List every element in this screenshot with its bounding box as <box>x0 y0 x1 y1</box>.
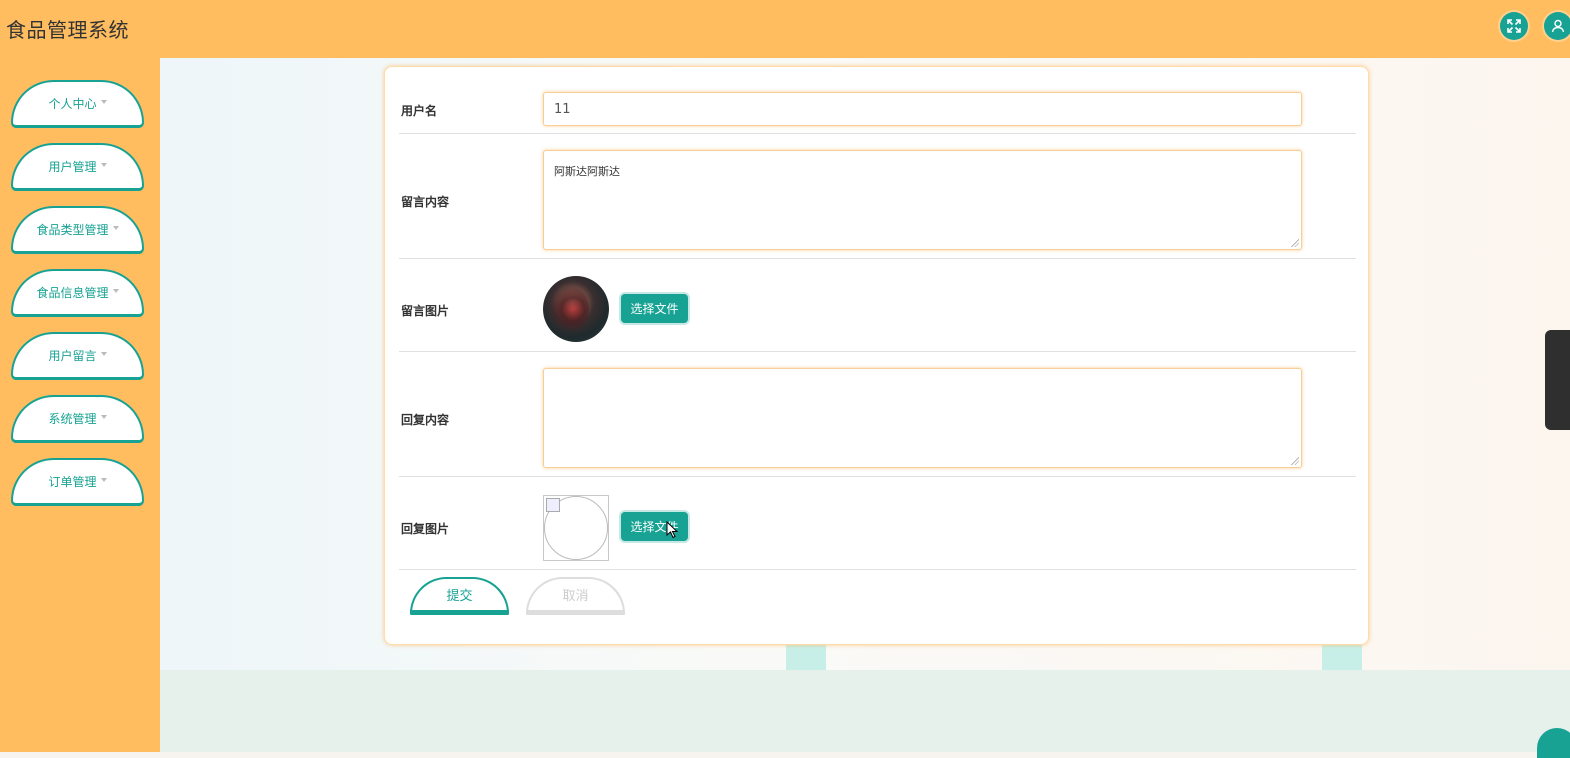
sidebar-item-food-info-management[interactable]: 食品信息管理 <box>11 269 144 317</box>
sidebar-item-user-messages[interactable]: 用户留言 <box>11 332 144 380</box>
caret-down-icon <box>112 288 119 293</box>
message-image-choose-file-button[interactable]: 选择文件 <box>621 294 688 323</box>
side-drawer-handle[interactable] <box>1545 330 1570 430</box>
decoration <box>1322 645 1362 670</box>
reply-content-row: 回复内容 <box>399 352 1356 477</box>
sidebar-item-label: 食品信息管理 <box>36 286 109 300</box>
message-edit-form: 用户名 留言内容 阿斯达阿斯达 留言图片 选择文件 回复内容 回复图片 选择文件 <box>384 66 1369 645</box>
caret-down-icon <box>100 414 107 419</box>
expand-icon[interactable] <box>1500 12 1528 40</box>
username-label: 用户名 <box>401 104 438 118</box>
resize-grip-icon[interactable] <box>1291 239 1299 247</box>
message-image-label: 留言图片 <box>401 304 450 318</box>
message-content-label: 留言内容 <box>401 195 450 209</box>
reply-image-row: 回复图片 选择文件 <box>399 477 1356 570</box>
mouse-cursor-icon <box>666 521 678 539</box>
sidebar-item-food-type-management[interactable]: 食品类型管理 <box>11 206 144 254</box>
caret-down-icon <box>112 225 119 230</box>
username-row: 用户名 <box>399 67 1356 134</box>
username-input[interactable] <box>543 92 1302 126</box>
sidebar-item-personal-center[interactable]: 个人中心 <box>11 80 144 128</box>
sidebar-item-label: 用户留言 <box>48 349 97 363</box>
broken-image-icon <box>546 498 560 512</box>
sidebar-item-label: 订单管理 <box>48 475 97 489</box>
message-content-textarea[interactable]: 阿斯达阿斯达 <box>543 150 1302 250</box>
reply-image-label: 回复图片 <box>401 522 450 536</box>
reply-content-label: 回复内容 <box>401 413 450 427</box>
sidebar-item-label: 用户管理 <box>48 160 97 174</box>
footer-background <box>160 670 1570 752</box>
message-content-row: 留言内容 阿斯达阿斯达 <box>399 134 1356 259</box>
user-icon-graphic <box>1551 19 1565 33</box>
resize-grip-icon[interactable] <box>1291 457 1299 465</box>
caret-down-icon <box>100 162 107 167</box>
caret-down-icon <box>100 477 107 482</box>
sidebar-item-label: 系统管理 <box>48 412 97 426</box>
app-title: 食品管理系统 <box>6 18 129 42</box>
sidebar-item-order-management[interactable]: 订单管理 <box>11 458 144 506</box>
sidebar: 个人中心 用户管理 食品类型管理 食品信息管理 用户留言 系统管理 订单管理 <box>0 58 160 752</box>
caret-down-icon <box>100 351 107 356</box>
top-header: 食品管理系统 <box>0 0 1570 58</box>
expand-icon-graphic <box>1507 19 1521 33</box>
decoration <box>786 645 826 670</box>
sidebar-item-user-management[interactable]: 用户管理 <box>11 143 144 191</box>
reply-content-textarea[interactable] <box>543 368 1302 468</box>
user-icon[interactable] <box>1544 12 1570 40</box>
portrait-shade <box>549 286 589 332</box>
caret-down-icon <box>100 99 107 104</box>
reply-image-preview <box>543 495 609 561</box>
message-image-row: 留言图片 选择文件 <box>399 259 1356 352</box>
message-content-text: 阿斯达阿斯达 <box>554 165 620 178</box>
sidebar-item-system-management[interactable]: 系统管理 <box>11 395 144 443</box>
sidebar-item-label: 食品类型管理 <box>36 223 109 237</box>
message-image-preview <box>543 276 609 342</box>
sidebar-item-label: 个人中心 <box>48 97 97 111</box>
